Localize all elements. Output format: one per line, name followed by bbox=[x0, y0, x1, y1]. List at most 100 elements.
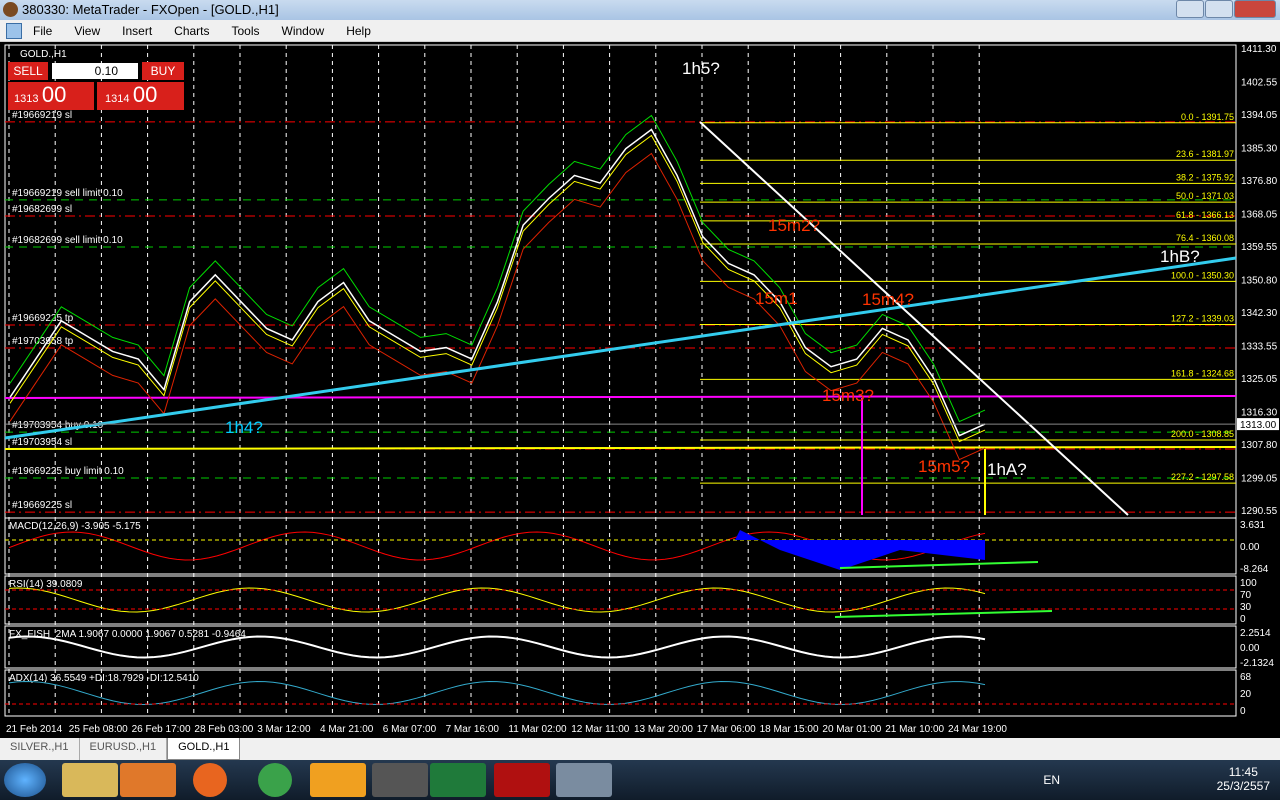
price-tick: 1368.05 bbox=[1241, 209, 1278, 220]
price-tick: 1402.55 bbox=[1241, 77, 1278, 88]
ask-small: 00 bbox=[132, 82, 158, 107]
minimize-button[interactable] bbox=[1176, 0, 1204, 18]
chrome-icon[interactable] bbox=[258, 763, 292, 797]
adx-line bbox=[8, 681, 986, 706]
price-tick: 1350.80 bbox=[1241, 275, 1278, 286]
order-label: #19669225 sl bbox=[12, 500, 72, 511]
price-chart[interactable]: 1411.30 1402.55 1394.05 1385.30 1376.80 1368.… bbox=[0, 42, 1280, 738]
time-tick: 24 Mar 19:00 bbox=[948, 724, 1007, 735]
ask-big: 1314 bbox=[105, 93, 130, 105]
adx-tick: 0 bbox=[1240, 706, 1246, 717]
tab-silver[interactable]: SILVER.,H1 bbox=[0, 738, 80, 760]
menu-help[interactable]: Help bbox=[335, 20, 382, 41]
order-label: #19682699 sell limit 0.10 bbox=[12, 235, 123, 246]
order-label: #19703954 sl bbox=[12, 437, 72, 448]
wave-annotation: 1h4? bbox=[225, 418, 263, 437]
rsi-line bbox=[8, 587, 986, 613]
time-tick: 25 Feb 08:00 bbox=[69, 724, 128, 735]
wave-annotation: 15m3? bbox=[822, 386, 874, 405]
macd-tick: 0.00 bbox=[1240, 542, 1260, 553]
start-button[interactable] bbox=[4, 763, 46, 797]
fib-level-label: 227.2 - 1297.58 bbox=[1171, 472, 1234, 482]
lot-size-input[interactable]: 0.10 bbox=[52, 63, 138, 79]
menu-bar: File View Insert Charts Tools Window Hel… bbox=[0, 20, 1280, 42]
menu-view[interactable]: View bbox=[63, 20, 111, 41]
tab-gold[interactable]: GOLD.,H1 bbox=[167, 738, 241, 760]
price-tick: 1411.30 bbox=[1241, 44, 1277, 55]
price-tick: 1307.80 bbox=[1241, 440, 1278, 451]
time-tick: 6 Mar 07:00 bbox=[383, 724, 437, 735]
macd-label: MACD(12,26,9) -3.905 -5.175 bbox=[9, 521, 141, 532]
maximize-button[interactable] bbox=[1205, 0, 1233, 18]
buy-button[interactable]: BUY bbox=[142, 62, 184, 80]
bid-price-button[interactable]: 1313 00 bbox=[8, 82, 94, 110]
price-tick: 1290.55 bbox=[1241, 506, 1278, 517]
fish-tick: 2.2514 bbox=[1240, 628, 1271, 639]
current-price-label: 1313.00 bbox=[1240, 420, 1277, 431]
price-tick: 1376.80 bbox=[1241, 176, 1278, 187]
channel-upper-green bbox=[9, 114, 986, 423]
panel-frame-1 bbox=[4, 517, 1237, 575]
fib-level-label: 38.2 - 1375.92 bbox=[1176, 172, 1234, 182]
macd-divergence-line bbox=[839, 561, 1039, 569]
menu-insert[interactable]: Insert bbox=[111, 20, 163, 41]
fish-tick: 0.00 bbox=[1240, 643, 1260, 654]
magenta-level-line bbox=[4, 395, 1237, 399]
price-tick: 1385.30 bbox=[1241, 143, 1278, 154]
price-tick: 1325.05 bbox=[1241, 374, 1278, 385]
fib-level-label: 76.4 - 1360.08 bbox=[1176, 233, 1234, 243]
menu-charts[interactable]: Charts bbox=[163, 20, 220, 41]
firefox-icon[interactable] bbox=[193, 763, 227, 797]
clock-date[interactable]: 25/3/2557 bbox=[1217, 779, 1270, 793]
time-tick: 21 Feb 2014 bbox=[6, 724, 63, 735]
internet-explorer-icon[interactable] bbox=[310, 763, 366, 797]
window-title: 380330: MetaTrader - FXOpen - [GOLD.,H1] bbox=[22, 2, 279, 17]
adx-tick: 20 bbox=[1240, 689, 1252, 700]
bid-small: 00 bbox=[41, 82, 67, 107]
menu-tools[interactable]: Tools bbox=[221, 20, 271, 41]
time-tick: 12 Mar 11:00 bbox=[571, 724, 630, 735]
fib-level-label: 161.8 - 1324.68 bbox=[1171, 368, 1234, 378]
order-label: #19682699 sl bbox=[12, 204, 72, 215]
sell-button[interactable]: SELL bbox=[8, 62, 48, 80]
menu-window[interactable]: Window bbox=[271, 20, 336, 41]
wave-annotation: 1h5? bbox=[682, 59, 720, 78]
title-bar: 380330: MetaTrader - FXOpen - [GOLD.,H1] bbox=[0, 0, 1280, 20]
rsi-tick: 30 bbox=[1240, 602, 1252, 613]
ask-price-button[interactable]: 1314 00 bbox=[97, 82, 184, 110]
chart-tabs: SILVER.,H1 EURUSD.,H1 GOLD.,H1 bbox=[0, 738, 1280, 760]
rsi-divergence-line bbox=[834, 610, 1053, 618]
chart-window-icon[interactable] bbox=[6, 23, 22, 39]
wave-annotation: 15m4? bbox=[862, 290, 914, 309]
rsi-tick: 100 bbox=[1240, 578, 1257, 589]
language-indicator[interactable]: EN bbox=[1043, 773, 1060, 787]
system-tray: EN 11:45 25/3/2557 bbox=[1043, 765, 1270, 793]
fib-level-label: 127.2 - 1339.03 bbox=[1171, 314, 1234, 324]
white-trendline bbox=[699, 121, 1129, 516]
rsi-tick: 0 bbox=[1240, 614, 1246, 625]
order-label: #19703958 tp bbox=[12, 336, 74, 347]
close-button[interactable] bbox=[1234, 0, 1276, 18]
acrobat-icon[interactable] bbox=[494, 763, 550, 797]
time-tick: 28 Feb 03:00 bbox=[194, 724, 253, 735]
fib-level-label: 23.6 - 1381.97 bbox=[1176, 149, 1234, 159]
time-tick: 21 Mar 10:00 bbox=[885, 724, 944, 735]
media-player-icon[interactable] bbox=[120, 763, 176, 797]
taskbar: EN 11:45 25/3/2557 bbox=[0, 760, 1280, 800]
time-tick: 18 Mar 15:00 bbox=[760, 724, 819, 735]
tab-eurusd[interactable]: EURUSD.,H1 bbox=[80, 738, 168, 760]
order-label: #19669219 sl bbox=[12, 110, 72, 121]
clock-time[interactable]: 11:45 bbox=[1217, 765, 1270, 779]
adx-tick: 68 bbox=[1240, 672, 1252, 683]
metatrader-icon[interactable] bbox=[372, 763, 428, 797]
excel-icon[interactable] bbox=[430, 763, 486, 797]
price-tick: 1316.30 bbox=[1241, 407, 1278, 418]
chart-area[interactable]: 1411.30 1402.55 1394.05 1385.30 1376.80 1368.… bbox=[0, 42, 1280, 738]
paint-icon[interactable] bbox=[556, 763, 612, 797]
price-tick: 1359.55 bbox=[1241, 242, 1278, 253]
menu-file[interactable]: File bbox=[22, 20, 63, 41]
price-tick: 1342.30 bbox=[1241, 308, 1278, 319]
time-tick: 26 Feb 17:00 bbox=[132, 724, 191, 735]
explorer-icon[interactable] bbox=[62, 763, 118, 797]
time-tick: 3 Mar 12:00 bbox=[257, 724, 311, 735]
